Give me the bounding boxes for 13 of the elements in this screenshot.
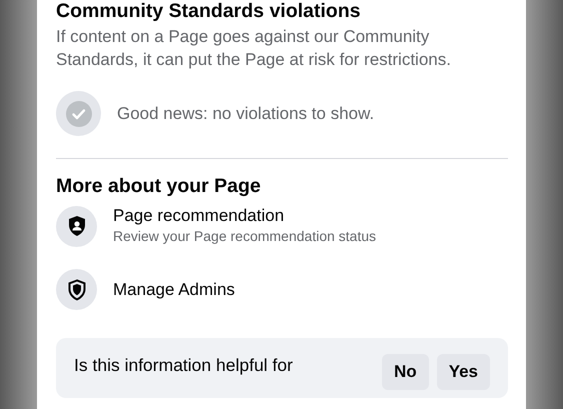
menu-item-subtitle: Review your Page recommendation status xyxy=(113,227,376,246)
section-title: Community Standards violations xyxy=(56,0,362,22)
check-icon xyxy=(66,100,92,126)
section-description: If content on a Page goes against our Community Standards, it can put the Page at risk for restrictions. xyxy=(56,26,452,71)
feedback-button[interactable]: No xyxy=(382,354,429,390)
feedback-question: Is this information helpful for xyxy=(74,354,293,377)
menu-item-label[interactable]: Manage Admins xyxy=(113,279,235,300)
menu-item-label[interactable]: Page recommendation xyxy=(113,205,376,226)
feedback-button[interactable]: Yes xyxy=(436,354,490,390)
status-text: Good news: no violations to show. xyxy=(117,102,374,125)
section-title: More about your Page xyxy=(56,175,262,197)
shield-person-icon xyxy=(66,215,86,237)
shield-icon xyxy=(66,278,86,300)
